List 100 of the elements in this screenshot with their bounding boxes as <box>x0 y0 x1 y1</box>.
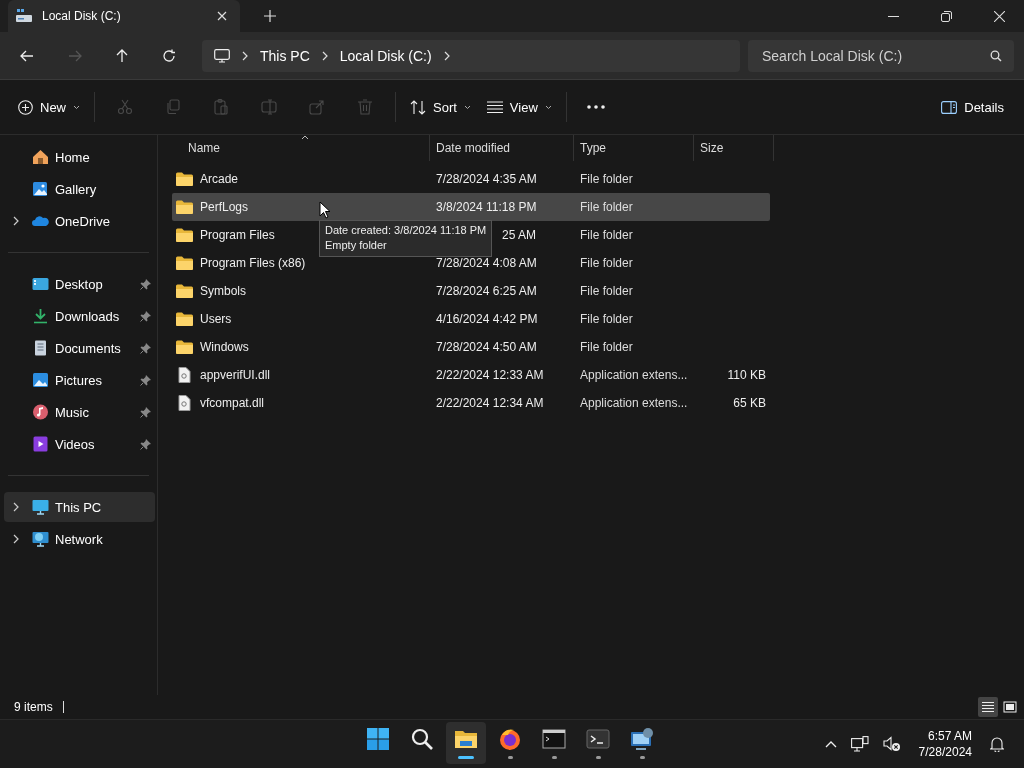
chevron-icon[interactable] <box>242 50 248 61</box>
file-type: File folder <box>580 172 633 186</box>
sidebar-item[interactable]: Downloads <box>4 301 155 331</box>
file-name[interactable]: PerfLogs <box>200 200 249 214</box>
clock-time[interactable]: 6:57 AM <box>927 728 972 744</box>
folder-icon <box>176 256 193 270</box>
sidebar-item[interactable]: Network <box>4 524 155 554</box>
refresh-icon[interactable] <box>162 48 176 63</box>
tile-icon <box>1003 701 1017 713</box>
expand-chevron-icon[interactable] <box>13 502 19 512</box>
file-name[interactable]: Symbols <box>200 284 246 298</box>
file-type: File folder <box>580 340 633 354</box>
file-name[interactable]: Program Files <box>200 228 275 242</box>
file-name[interactable]: Program Files (x86) <box>200 256 306 270</box>
new-button[interactable]: New <box>10 93 88 121</box>
view-button[interactable]: View <box>478 93 560 121</box>
search-field[interactable]: Search Local Disk (C:) <box>748 39 1014 72</box>
date-modified: 7/28/2024 4:35 AM <box>436 172 537 186</box>
tab-title: Local Disk (C:) <box>42 9 122 23</box>
close-icon[interactable] <box>994 10 1005 22</box>
expand-chevron-icon[interactable] <box>13 216 19 226</box>
file-name[interactable]: Users <box>200 312 232 326</box>
browser-icon <box>498 727 522 751</box>
file-name[interactable]: appverifUI.dll <box>200 368 271 382</box>
file-name[interactable]: Arcade <box>200 172 239 186</box>
breadcrumb[interactable]: Local Disk (C:) <box>339 47 432 64</box>
sidebar-item[interactable]: Videos <box>4 429 155 459</box>
network-icon <box>32 531 49 547</box>
address-bar[interactable]: This PC Local Disk (C:) <box>202 39 740 72</box>
folder-icon <box>176 228 193 242</box>
notifications-icon[interactable] <box>990 736 1004 752</box>
date-modified: 3/8/2024 11:18 PM <box>436 200 537 214</box>
sidebar-item[interactable]: Pictures <box>4 365 155 395</box>
sidebar-item[interactable]: Documents <box>4 333 155 363</box>
date-modified: 2/22/2024 12:33 AM <box>436 368 544 382</box>
chevron-icon[interactable] <box>321 50 328 61</box>
file-name[interactable]: vfcompat.dll <box>200 396 265 410</box>
file-type: Application extens... <box>580 368 688 382</box>
plus-circle-icon <box>18 99 33 115</box>
cloud-icon <box>32 213 49 229</box>
column-header[interactable]: Type <box>574 135 694 161</box>
sort-arrows-icon <box>410 99 426 115</box>
sidebar-item[interactable]: Music <box>4 397 155 427</box>
close-tab-icon[interactable] <box>217 11 227 21</box>
taskbar-button[interactable] <box>446 722 486 764</box>
folder-icon <box>176 284 193 298</box>
window-tab[interactable]: Local Disk (C:) <box>8 0 240 32</box>
date-modified: 7/28/2024 4:50 AM <box>436 340 537 354</box>
date-modified: 7/28/2024 4:08 AM <box>436 256 537 270</box>
chevron-down-icon <box>544 104 552 110</box>
list-icon <box>981 701 995 713</box>
column-header[interactable]: Date modified <box>430 135 574 161</box>
file-icon <box>176 367 193 383</box>
details-pane-icon <box>941 100 958 114</box>
details-view-button[interactable] <box>978 697 998 717</box>
sidebar-item[interactable]: Home <box>4 142 155 172</box>
restore-icon[interactable] <box>941 10 952 22</box>
mouse-cursor-icon <box>319 201 331 219</box>
remote-desktop-icon <box>630 727 654 751</box>
file-type: File folder <box>580 200 633 214</box>
file-type: File folder <box>580 228 633 242</box>
back-icon[interactable] <box>20 49 34 62</box>
breadcrumb[interactable]: This PC <box>260 47 310 64</box>
up-icon[interactable] <box>116 48 128 63</box>
volume-muted-icon[interactable] <box>882 736 901 752</box>
sort-button[interactable]: Sort <box>402 93 479 121</box>
chevron-icon[interactable] <box>443 50 450 61</box>
column-header[interactable]: Name <box>172 135 430 161</box>
music-note-icon <box>32 404 49 420</box>
expand-chevron-icon[interactable] <box>13 534 19 544</box>
network-status-icon[interactable] <box>850 736 869 752</box>
list-icon <box>486 101 503 113</box>
date-modified: 7/28/2024 6:25 AM <box>436 284 537 298</box>
sidebar-item[interactable]: OneDrive <box>4 206 155 236</box>
house-icon <box>32 149 49 165</box>
details-button[interactable]: Details <box>933 93 1012 121</box>
console-window-icon <box>542 727 566 751</box>
file-size: 110 KB <box>727 368 766 382</box>
search-icon[interactable] <box>990 49 1002 62</box>
folder-icon <box>176 340 193 354</box>
column-header[interactable]: Size <box>694 135 774 161</box>
file-icon <box>176 395 193 411</box>
item-count: 9 items <box>14 700 53 714</box>
sidebar-item[interactable]: This PC <box>4 492 155 522</box>
show-hidden-icons-icon[interactable] <box>824 740 837 748</box>
file-type: File folder <box>580 312 633 326</box>
chevron-down-icon <box>463 104 471 110</box>
sidebar-item[interactable]: Desktop <box>4 269 155 299</box>
monitor-icon <box>32 499 49 515</box>
sidebar-item[interactable]: Gallery <box>4 174 155 204</box>
clock-date[interactable]: 7/28/2024 <box>918 744 972 760</box>
document-icon <box>32 340 49 356</box>
image-icon <box>32 372 49 388</box>
download-icon <box>32 308 49 324</box>
new-tab-icon[interactable] <box>264 10 276 22</box>
tooltip-text: Empty folder <box>325 238 388 253</box>
file-name[interactable]: Windows <box>200 340 249 354</box>
folder-icon <box>176 312 193 326</box>
more-options-icon[interactable] <box>586 105 605 109</box>
date-modified: 4/16/2024 4:42 PM <box>436 312 538 326</box>
